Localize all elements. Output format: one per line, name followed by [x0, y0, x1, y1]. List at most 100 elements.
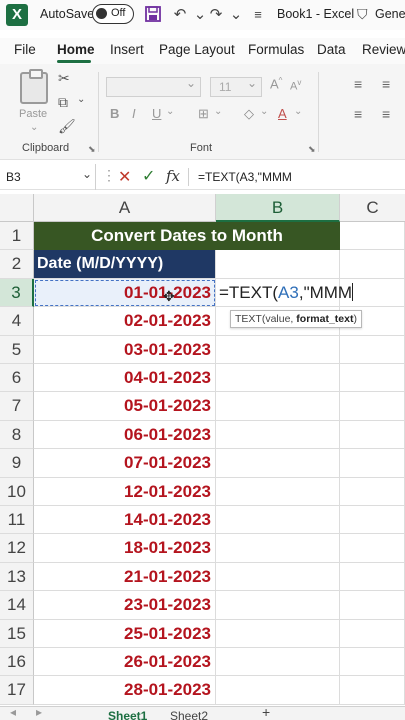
- date-cell[interactable]: 28-01-2023: [34, 676, 216, 705]
- cell[interactable]: [340, 449, 405, 478]
- date-cell[interactable]: 04-01-2023: [34, 364, 216, 393]
- fill-color-dropdown-icon[interactable]: ⌄: [260, 106, 268, 117]
- cell[interactable]: [216, 506, 340, 535]
- row-header[interactable]: 17: [0, 676, 34, 705]
- align-top-icon[interactable]: ≡: [354, 76, 362, 92]
- undo-icon[interactable]: ↶: [170, 5, 190, 25]
- borders-dropdown-icon[interactable]: ⌄: [214, 106, 222, 117]
- sheet-title-cell[interactable]: Convert Dates to Month: [34, 222, 340, 251]
- customize-toolbar-icon[interactable]: ≡: [248, 5, 268, 25]
- redo-icon[interactable]: ↷: [206, 5, 226, 25]
- cell[interactable]: [216, 676, 340, 705]
- row-header[interactable]: 8: [0, 420, 34, 450]
- date-cell[interactable]: 06-01-2023: [34, 420, 216, 450]
- tab-file[interactable]: File: [14, 42, 36, 57]
- cell[interactable]: [340, 619, 405, 648]
- tab-insert[interactable]: Insert: [110, 42, 144, 57]
- cell[interactable]: [340, 335, 405, 364]
- cell[interactable]: [340, 250, 405, 279]
- cell[interactable]: [340, 392, 405, 421]
- font-name-select[interactable]: [106, 76, 201, 97]
- underline-icon[interactable]: U: [152, 106, 161, 121]
- paste-icon[interactable]: [20, 69, 48, 104]
- formula-input[interactable]: =TEXT(A3,"MMM: [198, 170, 292, 184]
- bold-icon[interactable]: B: [110, 106, 119, 121]
- date-cell[interactable]: 03-01-2023: [34, 335, 216, 364]
- clipboard-launcher-icon[interactable]: ⬊: [88, 144, 96, 155]
- tab-home[interactable]: Home: [57, 42, 95, 57]
- row-header[interactable]: 11: [0, 506, 34, 535]
- cell[interactable]: [216, 591, 340, 620]
- cell[interactable]: [340, 477, 405, 506]
- save-icon[interactable]: [143, 5, 163, 25]
- date-cell[interactable]: 21-01-2023: [34, 562, 216, 592]
- font-size-select[interactable]: 11: [210, 76, 262, 97]
- cell[interactable]: [216, 648, 340, 677]
- cell[interactable]: [216, 534, 340, 563]
- sheet-tab-2[interactable]: Sheet2: [170, 709, 208, 720]
- row-header[interactable]: 12: [0, 534, 34, 563]
- paste-label[interactable]: Paste: [19, 108, 47, 120]
- row-header[interactable]: 14: [0, 591, 34, 620]
- prev-sheet-icon[interactable]: ◂: [10, 707, 16, 719]
- cell[interactable]: [340, 591, 405, 620]
- row-header[interactable]: 7: [0, 392, 34, 421]
- date-cell[interactable]: 01-01-2023: [34, 278, 216, 308]
- insert-function-icon[interactable]: fx: [166, 167, 180, 185]
- cell[interactable]: [216, 335, 340, 364]
- font-color-icon[interactable]: A: [278, 106, 287, 121]
- cell[interactable]: [216, 619, 340, 648]
- column-header-b[interactable]: B: [216, 194, 340, 222]
- cell[interactable]: [216, 562, 340, 592]
- date-cell[interactable]: 14-01-2023: [34, 506, 216, 535]
- date-header-cell[interactable]: Date (M/D/YYYY): [34, 250, 216, 279]
- select-all-corner[interactable]: [0, 194, 34, 222]
- name-box[interactable]: B3 ⌄: [0, 164, 96, 190]
- row-header[interactable]: 13: [0, 562, 34, 592]
- borders-icon[interactable]: ⊞: [198, 106, 209, 122]
- tab-formulas[interactable]: Formulas: [248, 42, 304, 57]
- cell[interactable]: [216, 250, 340, 279]
- sheet-tab-1[interactable]: Sheet1: [108, 709, 147, 720]
- row-header[interactable]: 9: [0, 449, 34, 478]
- add-sheet-icon[interactable]: +: [262, 707, 270, 720]
- column-header-a[interactable]: A: [34, 194, 216, 222]
- row-header[interactable]: 1: [0, 222, 34, 251]
- copy-dropdown-icon[interactable]: ⌄: [77, 94, 85, 105]
- cell[interactable]: [216, 364, 340, 393]
- paste-dropdown-icon[interactable]: ⌄: [30, 122, 38, 133]
- fill-color-icon[interactable]: ◇: [244, 106, 254, 122]
- cell[interactable]: [340, 648, 405, 677]
- date-cell[interactable]: 23-01-2023: [34, 591, 216, 620]
- italic-icon[interactable]: I: [132, 106, 136, 121]
- active-cell-b3[interactable]: =TEXT(A3,"MMM: [216, 278, 354, 308]
- cell[interactable]: [340, 420, 405, 450]
- cell[interactable]: [340, 534, 405, 563]
- cut-icon[interactable]: ✂: [58, 70, 70, 87]
- copy-icon[interactable]: ⧉: [58, 94, 68, 111]
- column-header-c[interactable]: C: [340, 194, 405, 222]
- more-options-icon[interactable]: ⋮: [102, 167, 116, 184]
- tab-data[interactable]: Data: [317, 42, 346, 57]
- row-header[interactable]: 4: [0, 307, 34, 336]
- row-header[interactable]: 6: [0, 364, 34, 393]
- decrease-font-icon[interactable]: Av: [290, 78, 301, 93]
- row-header[interactable]: 2: [0, 250, 34, 279]
- cell[interactable]: [340, 506, 405, 535]
- tab-page-layout[interactable]: Page Layout: [159, 42, 235, 57]
- next-sheet-icon[interactable]: ▸: [36, 707, 42, 719]
- cell-edit-text[interactable]: =TEXT(A3,"MMM: [219, 279, 354, 307]
- format-painter-icon[interactable]: 🖌: [58, 118, 76, 135]
- row-header[interactable]: 10: [0, 477, 34, 506]
- name-box-dropdown-icon[interactable]: ⌄: [82, 167, 92, 181]
- date-cell[interactable]: 25-01-2023: [34, 619, 216, 648]
- cell[interactable]: [216, 392, 340, 421]
- date-cell[interactable]: 07-01-2023: [34, 449, 216, 478]
- row-header[interactable]: 15: [0, 619, 34, 648]
- cell[interactable]: [216, 477, 340, 506]
- underline-dropdown-icon[interactable]: ⌄: [166, 106, 174, 117]
- date-cell[interactable]: 05-01-2023: [34, 392, 216, 421]
- cell[interactable]: [340, 676, 405, 705]
- cancel-icon[interactable]: ✕: [118, 167, 131, 187]
- cell[interactable]: [216, 449, 340, 478]
